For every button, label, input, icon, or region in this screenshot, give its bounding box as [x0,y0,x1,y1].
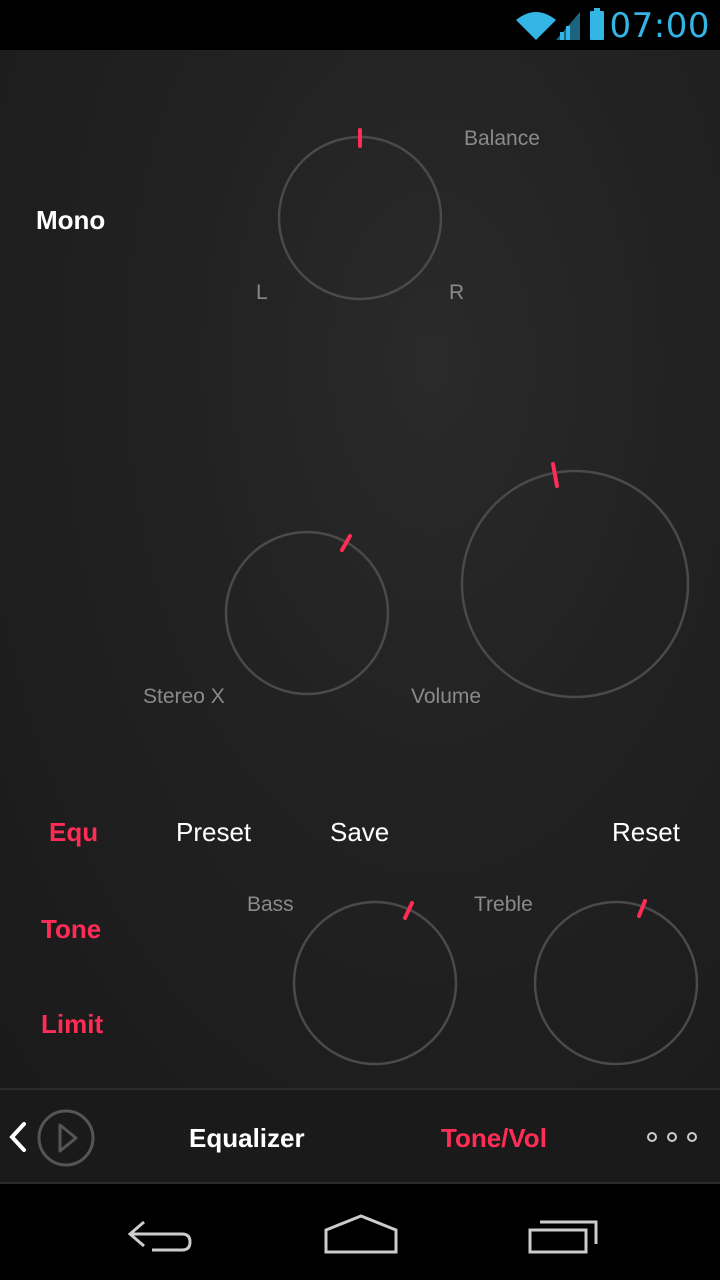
home-icon[interactable] [322,1212,400,1256]
save-button[interactable]: Save [330,817,389,848]
stereo-x-label: Stereo X [143,685,225,708]
balance-right-label: R [449,281,465,304]
reset-button[interactable]: Reset [612,817,680,848]
tab-tone[interactable]: Tone [41,914,101,945]
tab-equalizer[interactable]: Equalizer [189,1123,305,1154]
bass-knob[interactable] [284,892,466,1074]
balance-knob[interactable] [270,120,450,310]
stereo-x-knob[interactable] [216,522,398,704]
treble-knob[interactable] [525,892,707,1074]
treble-label: Treble [474,893,533,916]
system-nav-bar [0,1184,720,1280]
signal-icon [556,12,580,40]
status-bar: 07:00 [0,0,720,50]
balance-left-label: L [256,281,268,304]
chevron-left-icon[interactable] [6,1120,30,1154]
tab-limit[interactable]: Limit [41,1009,103,1040]
status-time: 07:00 [609,6,710,46]
recents-icon[interactable] [526,1216,600,1256]
preset-button[interactable]: Preset [176,817,251,848]
tab-tone-vol[interactable]: Tone/Vol [441,1123,547,1154]
status-icons [514,8,614,49]
tab-equ[interactable]: Equ [49,817,98,848]
bottom-tab-bar: Equalizer Tone/Vol [0,1088,720,1184]
balance-label: Balance [464,127,540,150]
wifi-icon [516,12,556,40]
wifi-signal-battery-icons [516,8,604,40]
volume-knob[interactable] [452,452,698,708]
battery-icon [590,8,604,40]
play-icon[interactable] [36,1108,96,1168]
back-icon[interactable] [124,1214,196,1254]
mono-toggle[interactable]: Mono [36,205,105,236]
more-icon[interactable] [646,1130,700,1144]
volume-label: Volume [411,685,482,708]
